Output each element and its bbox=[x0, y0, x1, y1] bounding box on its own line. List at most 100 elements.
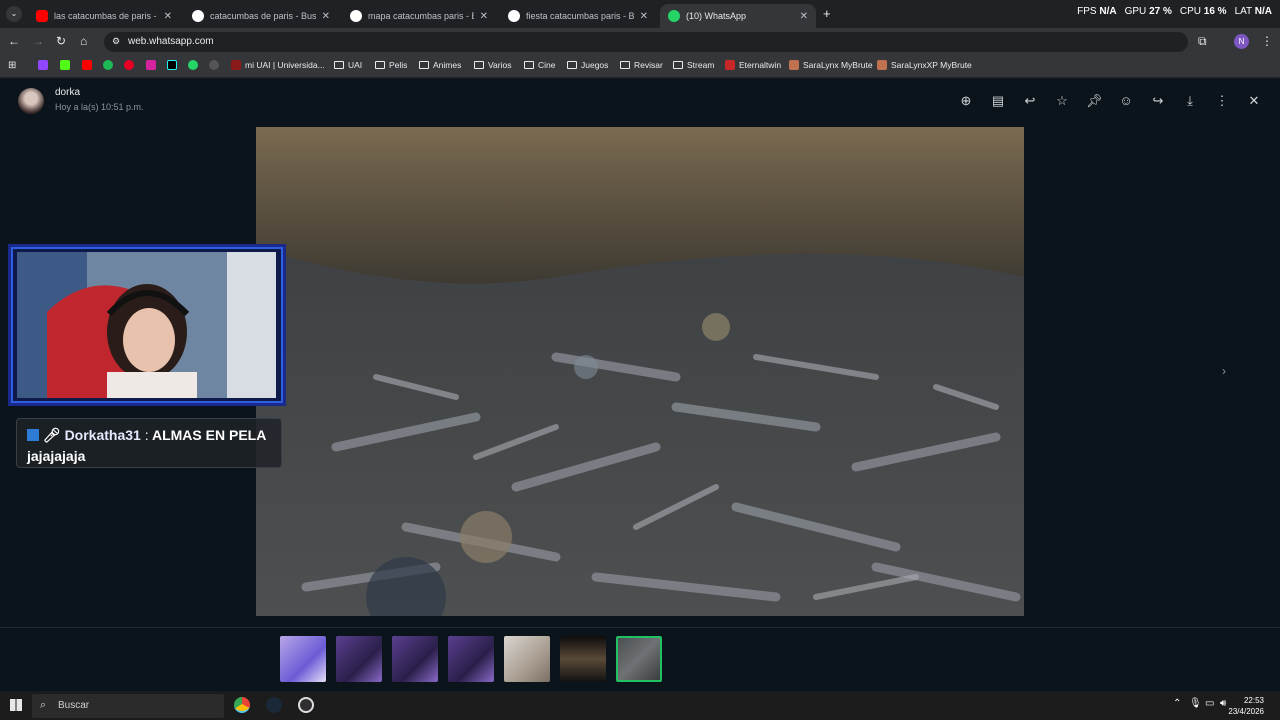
thumbnail-selected[interactable] bbox=[616, 636, 662, 682]
pinterest-icon[interactable] bbox=[124, 60, 134, 70]
bookmark-mybrute-1[interactable]: SaraLynx MyBrute bbox=[789, 60, 873, 70]
tiktok-icon[interactable] bbox=[167, 60, 177, 70]
tab-youtube[interactable]: las catacumbas de paris - YouTu ✕ bbox=[28, 4, 180, 28]
bookmark-label: Animes bbox=[433, 60, 462, 70]
bookmark-label: SaraLynx MyBrute bbox=[803, 60, 873, 70]
tab-whatsapp[interactable]: (10) WhatsApp ✕ bbox=[660, 4, 816, 28]
youtube-bookmark-icon[interactable] bbox=[82, 60, 92, 70]
contact-name[interactable]: dorka bbox=[55, 87, 80, 98]
obs-taskbar-icon[interactable] bbox=[298, 697, 314, 713]
thumbnail[interactable] bbox=[504, 636, 550, 682]
bookmark-label: mi UAI | Universida... bbox=[245, 60, 325, 70]
caption-icon[interactable]: ▤ bbox=[990, 93, 1006, 109]
emoji-icon[interactable]: ☺ bbox=[1118, 93, 1134, 109]
kick-icon[interactable] bbox=[60, 60, 70, 70]
site-info-icon[interactable]: ⚙ bbox=[112, 36, 120, 47]
address-bar[interactable]: ⚙ web.whatsapp.com bbox=[104, 32, 1188, 52]
thumbnail[interactable] bbox=[336, 636, 382, 682]
fps-value: N/A bbox=[1099, 6, 1117, 17]
thumbnail[interactable] bbox=[280, 636, 326, 682]
tab-google-3[interactable]: fiesta catacumbas paris - Buscar ✕ bbox=[500, 4, 656, 28]
new-tab-button[interactable]: + bbox=[823, 6, 831, 21]
folder-icon bbox=[375, 61, 385, 69]
catacomb-bones-photo bbox=[256, 127, 1024, 616]
steam-taskbar-icon[interactable] bbox=[266, 697, 282, 713]
bookmark-label: Cine bbox=[538, 60, 556, 70]
url-text: web.whatsapp.com bbox=[128, 36, 214, 47]
close-tab-icon[interactable]: ✕ bbox=[800, 11, 808, 22]
back-icon[interactable]: ← bbox=[8, 34, 20, 48]
chrome-taskbar-icon[interactable] bbox=[234, 697, 250, 713]
thumbnail[interactable] bbox=[560, 636, 606, 682]
contact-avatar[interactable] bbox=[18, 88, 44, 114]
system-clock[interactable]: 22:53 23/4/2026 bbox=[1228, 695, 1264, 717]
volume-icon[interactable]: 🔊︎ bbox=[1220, 698, 1226, 709]
bookmark-folder-varios[interactable]: Varios bbox=[474, 60, 511, 70]
close-tab-icon[interactable]: ✕ bbox=[480, 11, 488, 22]
tab-strip: ⌄ las catacumbas de paris - YouTu ✕ cata… bbox=[0, 0, 1280, 28]
cpu-label: CPU bbox=[1179, 6, 1201, 17]
lat-value: N/A bbox=[1254, 6, 1272, 17]
folder-icon bbox=[524, 61, 534, 69]
next-image-icon[interactable]: › bbox=[1222, 364, 1226, 378]
close-tab-icon[interactable]: ✕ bbox=[640, 11, 648, 22]
bookmark-uai-portal[interactable]: mi UAI | Universida... bbox=[231, 60, 325, 70]
bookmark-folder-animes[interactable]: Animes bbox=[419, 60, 461, 70]
bookmark-mybrute-2[interactable]: SaraLynxXP MyBrute bbox=[877, 60, 972, 70]
bookmark-label: Revisar bbox=[634, 60, 663, 70]
menu-icon[interactable]: ⋮ bbox=[1214, 93, 1230, 109]
profile-avatar[interactable]: N bbox=[1234, 34, 1249, 49]
bookmark-eternaltwin[interactable]: Eternaltwin bbox=[725, 60, 781, 70]
bookmark-label: UAI bbox=[348, 60, 363, 70]
taskbar-search-box[interactable]: ⌕ Buscar bbox=[32, 694, 224, 718]
bookmark-folder-revisar[interactable]: Revisar bbox=[620, 60, 663, 70]
reload-icon[interactable]: ↻ bbox=[56, 34, 66, 48]
bookmark-folder-uai[interactable]: UAI bbox=[334, 60, 362, 70]
fps-label: FPS bbox=[1077, 6, 1097, 17]
whatsapp-bookmark-icon[interactable] bbox=[188, 60, 198, 70]
home-icon[interactable]: ⌂ bbox=[80, 34, 87, 48]
download-icon[interactable]: ⤓ bbox=[1182, 93, 1198, 109]
google-icon bbox=[192, 10, 204, 22]
bookmark-label: Juegos bbox=[581, 60, 609, 70]
star-icon[interactable]: ☆ bbox=[1054, 93, 1070, 109]
mybrute-icon bbox=[789, 60, 799, 70]
thumbnail[interactable] bbox=[448, 636, 494, 682]
bookmark-label: Pelis bbox=[389, 60, 408, 70]
microphone-tray-icon[interactable]: 🎙︎ bbox=[1189, 698, 1202, 709]
message-timestamp: Hoy a la(s) 10:51 p.m. bbox=[55, 102, 144, 112]
bookmark-folder-juegos[interactable]: Juegos bbox=[567, 60, 608, 70]
forward-icon[interactable]: ↪ bbox=[1150, 93, 1166, 109]
extensions-icon[interactable]: ⧉ bbox=[1198, 34, 1207, 49]
close-tab-icon[interactable]: ✕ bbox=[322, 11, 330, 22]
reply-icon[interactable]: ↩ bbox=[1022, 93, 1038, 109]
pin-icon[interactable]: 📌︎ bbox=[1086, 93, 1103, 109]
bookmark-folder-pelis[interactable]: Pelis bbox=[375, 60, 407, 70]
bookmark-folder-cine[interactable]: Cine bbox=[524, 60, 555, 70]
chat-separator: : bbox=[144, 427, 149, 443]
bookmark-folder-stream[interactable]: Stream bbox=[673, 60, 714, 70]
search-placeholder: Buscar bbox=[58, 700, 90, 711]
instagram-icon[interactable] bbox=[146, 60, 156, 70]
tab-google-2[interactable]: mapa catacumbas paris - Buscar ✕ bbox=[342, 4, 496, 28]
lat-label: LAT bbox=[1234, 6, 1252, 17]
tray-chevron-icon[interactable]: ⌃ bbox=[1173, 698, 1181, 709]
github-icon[interactable] bbox=[209, 60, 219, 70]
media-image[interactable] bbox=[256, 127, 1024, 616]
close-icon[interactable]: ✕ bbox=[1246, 93, 1262, 109]
network-icon[interactable]: ▭ bbox=[1205, 698, 1214, 709]
browser-menu-icon[interactable]: ⋮ bbox=[1261, 34, 1273, 48]
google-icon bbox=[350, 10, 362, 22]
folder-icon bbox=[567, 61, 577, 69]
start-icon[interactable] bbox=[10, 699, 22, 711]
spotify-icon[interactable] bbox=[103, 60, 113, 70]
tab-search-button[interactable]: ⌄ bbox=[6, 6, 22, 22]
forward-icon[interactable]: → bbox=[32, 34, 44, 48]
tab-google-1[interactable]: catacumbas de paris - Buscar c ✕ bbox=[184, 4, 338, 28]
twitch-icon[interactable] bbox=[38, 60, 48, 70]
mybrute-icon bbox=[877, 60, 887, 70]
apps-icon[interactable]: ⊞ bbox=[8, 60, 16, 71]
close-tab-icon[interactable]: ✕ bbox=[164, 11, 172, 22]
thumbnail[interactable] bbox=[392, 636, 438, 682]
zoom-in-icon[interactable]: ⊕ bbox=[958, 93, 974, 109]
